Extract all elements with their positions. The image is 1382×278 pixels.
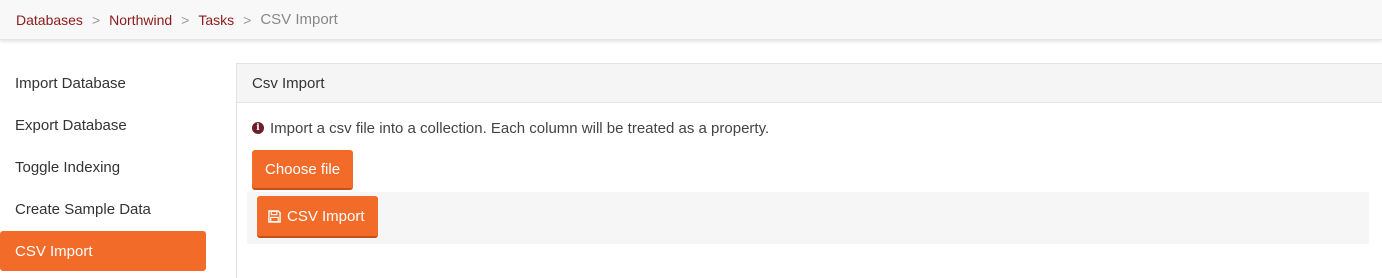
sidebar-item-toggle-indexing[interactable]: Toggle Indexing xyxy=(0,147,207,187)
breadcrumb-separator: > xyxy=(181,11,190,28)
info-circle-icon: i xyxy=(252,122,264,134)
breadcrumb-northwind[interactable]: Northwind xyxy=(109,12,172,28)
sidebar-item-create-sample-data[interactable]: Create Sample Data xyxy=(0,189,207,229)
sidebar-item-export-database[interactable]: Export Database xyxy=(0,105,207,145)
breadcrumb-separator: > xyxy=(91,11,101,28)
csv-import-button[interactable]: CSV Import xyxy=(257,196,378,238)
breadcrumb-current: CSV Import xyxy=(260,11,338,28)
import-actions: CSV Import xyxy=(247,192,1369,244)
choose-file-button[interactable]: Choose file xyxy=(252,150,354,190)
breadcrumb-databases[interactable]: Databases xyxy=(16,12,83,28)
csv-import-panel: Csv Import i Import a csv file into a co… xyxy=(236,63,1382,278)
info-message: i Import a csv file into a collection. E… xyxy=(252,117,1382,139)
sidebar-item-import-database[interactable]: Import Database xyxy=(0,63,207,103)
breadcrumb: Databases > Northwind > Tasks > CSV Impo… xyxy=(0,0,1382,40)
sidebar: Import Database Export Database Toggle I… xyxy=(0,63,207,273)
csv-import-button-label: CSV Import xyxy=(287,207,365,225)
floppy-disk-icon xyxy=(268,209,281,223)
breadcrumb-tasks[interactable]: Tasks xyxy=(198,12,234,28)
sidebar-item-csv-import[interactable]: CSV Import xyxy=(0,231,206,271)
panel-title: Csv Import xyxy=(237,64,1382,103)
info-text: Import a csv file into a collection. Eac… xyxy=(270,119,770,137)
breadcrumb-separator: > xyxy=(243,11,252,28)
panel-body: i Import a csv file into a collection. E… xyxy=(237,103,1382,244)
